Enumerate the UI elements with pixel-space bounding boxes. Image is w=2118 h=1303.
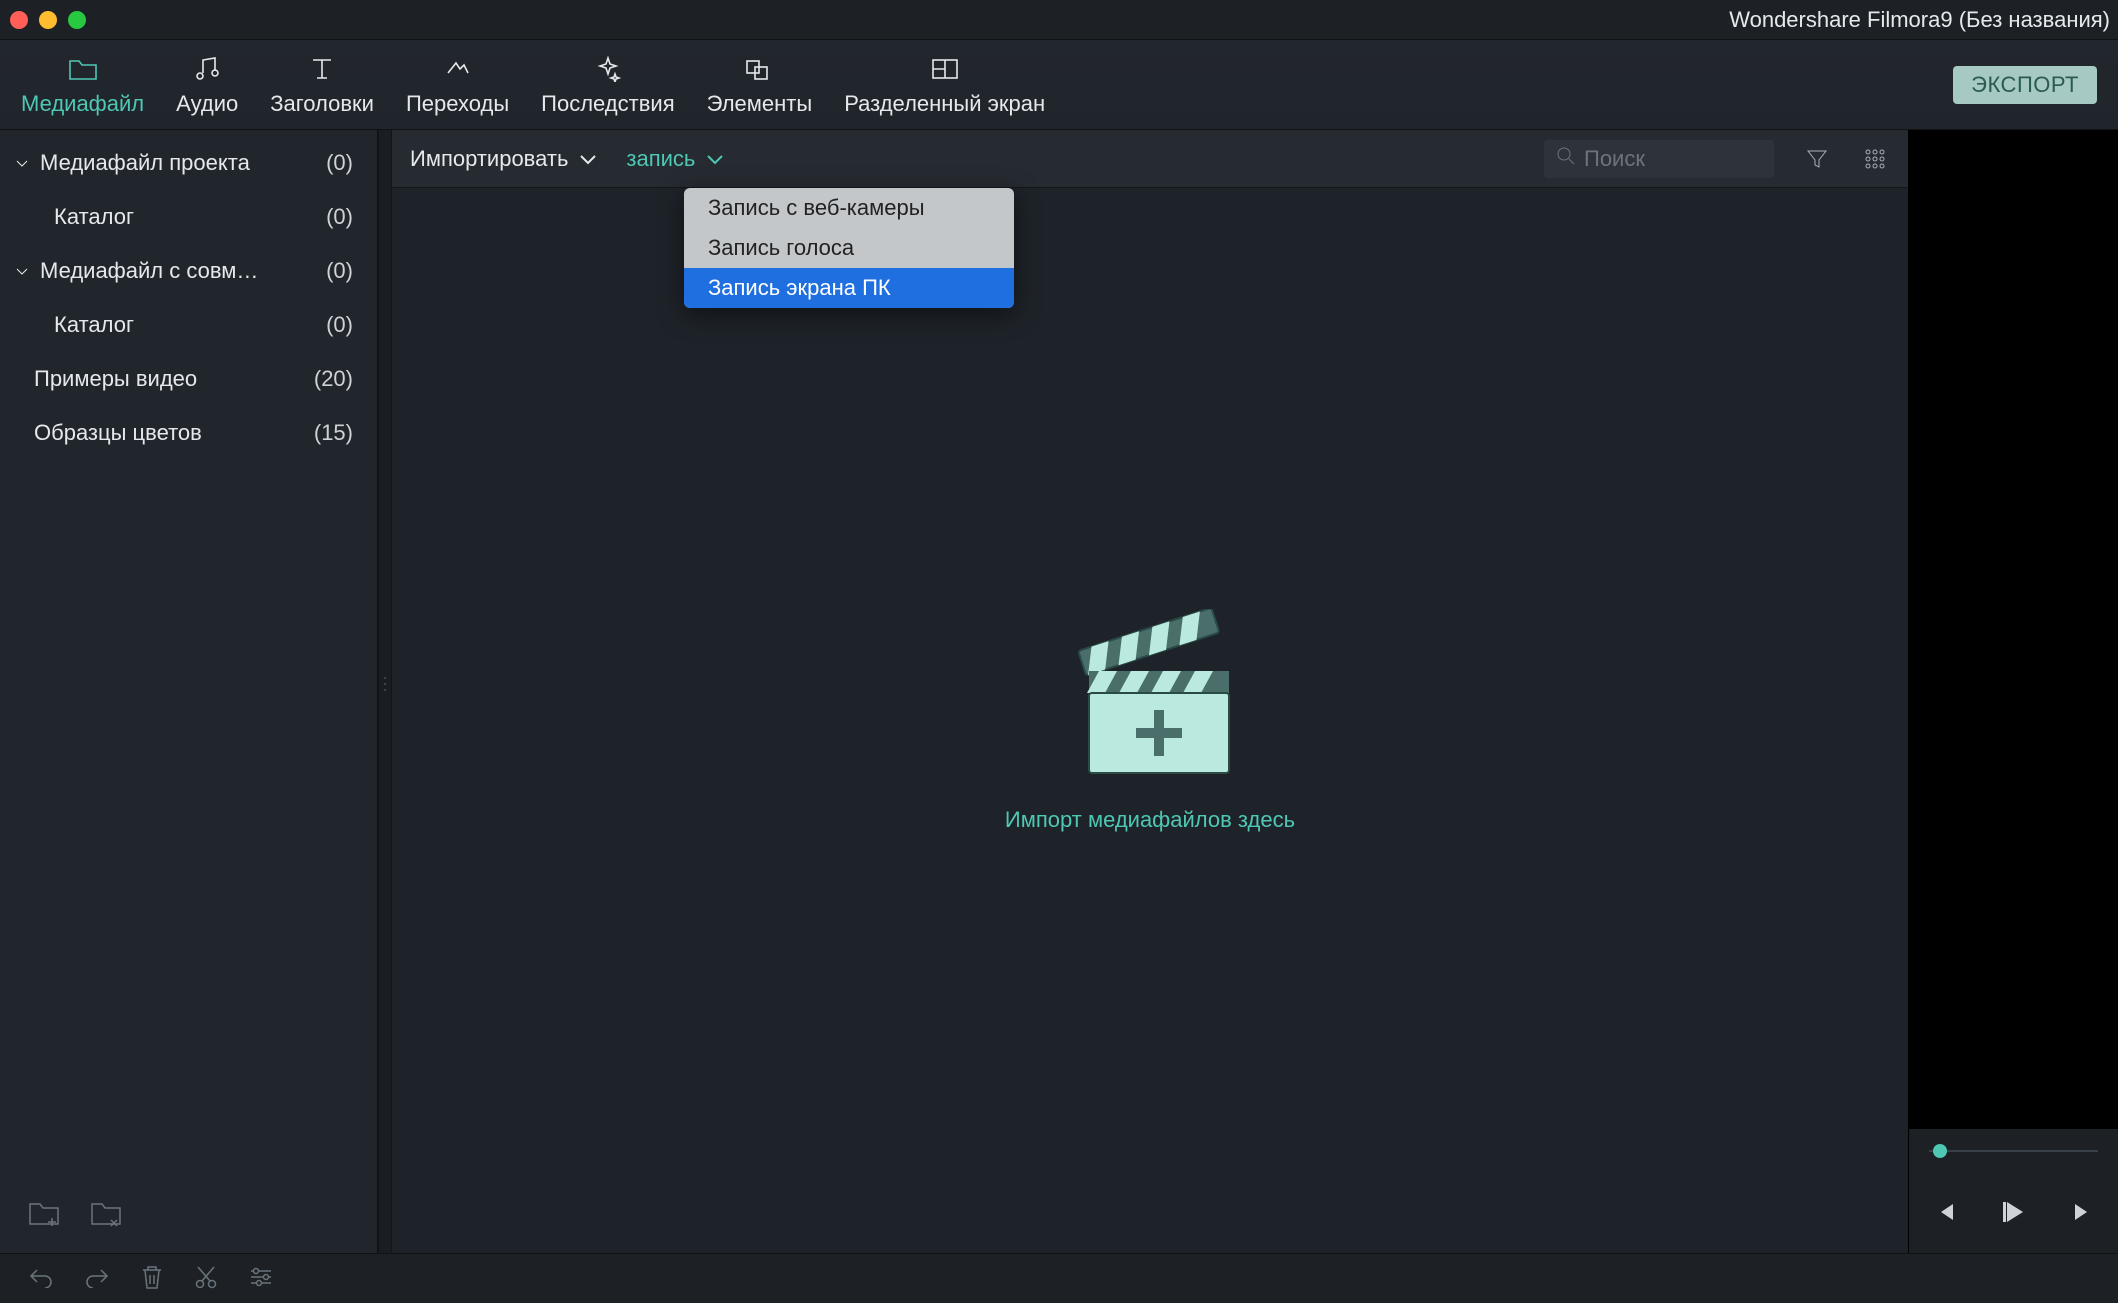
tab-label: Последствия: [541, 91, 674, 117]
close-window-button[interactable]: [10, 11, 28, 29]
import-dropdown[interactable]: Импортировать: [410, 146, 598, 172]
import-label: Импортировать: [410, 146, 568, 172]
sidebar-item-label: Медиафайл с совм…: [40, 258, 258, 284]
record-label: запись: [626, 146, 695, 172]
preview-panel: [1908, 130, 2118, 1253]
sidebar-item-label: Примеры видео: [34, 366, 197, 392]
tab-transitions[interactable]: Переходы: [390, 45, 525, 129]
sidebar-item-count: (0): [326, 312, 359, 338]
sidebar-item-project-media[interactable]: Медиафайл проекта (0): [0, 136, 377, 190]
sidebar-item-count: (15): [314, 420, 359, 446]
record-dropdown[interactable]: запись: [626, 146, 725, 172]
main-tab-strip: Медиафайл Аудио Заголовки Переходы После…: [0, 40, 2118, 130]
preview-viewport: [1909, 130, 2118, 1129]
preview-controls: [1909, 1173, 2118, 1253]
shapes-icon: [745, 55, 773, 83]
tab-label: Переходы: [406, 91, 509, 117]
chevron-down-icon: [705, 146, 725, 172]
titlebar: Wondershare Filmora9 (Без названия): [0, 0, 2118, 40]
sidebar-item-catalog-1[interactable]: Каталог (0): [0, 190, 377, 244]
folder-icon: [68, 55, 98, 83]
search-input[interactable]: Поиск: [1544, 140, 1774, 178]
previous-frame-button[interactable]: [1937, 1201, 1959, 1226]
tab-split-screen[interactable]: Разделенный экран: [828, 45, 1061, 129]
sidebar-item-label: Каталог: [54, 204, 134, 230]
sidebar-item-count: (0): [326, 150, 359, 176]
preview-seek-slider[interactable]: [1909, 1129, 2118, 1173]
sidebar-splitter[interactable]: [378, 130, 392, 1253]
chevron-down-icon: [14, 155, 32, 171]
adjust-button[interactable]: [248, 1266, 274, 1291]
sparkle-icon: [595, 55, 621, 83]
delete-button[interactable]: [140, 1264, 164, 1293]
next-frame-button[interactable]: [2069, 1201, 2091, 1226]
search-placeholder: Поиск: [1584, 146, 1645, 172]
cut-button[interactable]: [194, 1264, 218, 1293]
sidebar-item-label: Каталог: [54, 312, 134, 338]
clapperboard-icon: [1055, 609, 1245, 779]
chevron-down-icon: [14, 263, 32, 279]
sidebar-footer: [0, 1182, 377, 1253]
chevron-down-icon: [578, 146, 598, 172]
delete-folder-icon[interactable]: [90, 1200, 124, 1231]
tab-label: Медиафайл: [21, 91, 144, 117]
new-folder-icon[interactable]: [28, 1200, 62, 1231]
sidebar-item-label: Медиафайл проекта: [40, 150, 250, 176]
main-area: Медиафайл проекта (0) Каталог (0) Медиаф…: [0, 130, 2118, 1253]
window-title: Wondershare Filmora9 (Без названия): [1729, 0, 2110, 40]
bottom-toolbar: [0, 1253, 2118, 1303]
sidebar-item-count: (0): [326, 258, 359, 284]
menu-item-screen[interactable]: Запись экрана ПК: [684, 268, 1014, 308]
sidebar: Медиафайл проекта (0) Каталог (0) Медиаф…: [0, 130, 378, 1253]
tab-titles[interactable]: Заголовки: [254, 45, 390, 129]
filter-icon[interactable]: [1802, 147, 1832, 171]
media-drop-zone[interactable]: Импорт медиафайлов здесь: [392, 188, 1908, 1253]
sidebar-item-catalog-2[interactable]: Каталог (0): [0, 298, 377, 352]
split-screen-icon: [931, 55, 959, 83]
export-button[interactable]: ЭКСПОРТ: [1953, 66, 2097, 104]
record-dropdown-menu: Запись с веб-камеры Запись голоса Запись…: [684, 188, 1014, 308]
media-toolbar: Импортировать запись Поиск: [392, 130, 1908, 188]
menu-item-webcam[interactable]: Запись с веб-камеры: [684, 188, 1014, 228]
drop-zone-hint: Импорт медиафайлов здесь: [1005, 807, 1295, 833]
menu-item-voice[interactable]: Запись голоса: [684, 228, 1014, 268]
minimize-window-button[interactable]: [39, 11, 57, 29]
redo-button[interactable]: [84, 1266, 110, 1291]
text-icon: [309, 55, 335, 83]
media-panel: Импортировать запись Поиск: [392, 130, 1908, 1253]
tab-effects[interactable]: Последствия: [525, 45, 690, 129]
grid-view-icon[interactable]: [1860, 148, 1890, 170]
play-button[interactable]: [2001, 1199, 2027, 1228]
tab-label: Элементы: [707, 91, 813, 117]
tab-media[interactable]: Медиафайл: [5, 45, 160, 129]
traffic-lights: [10, 11, 86, 29]
search-icon: [1556, 146, 1576, 172]
sidebar-item-sample-colors[interactable]: Образцы цветов (15): [0, 406, 377, 460]
tab-label: Аудио: [176, 91, 238, 117]
sidebar-list: Медиафайл проекта (0) Каталог (0) Медиаф…: [0, 130, 377, 1182]
music-note-icon: [194, 55, 220, 83]
sidebar-item-shared-media[interactable]: Медиафайл с совм… (0): [0, 244, 377, 298]
transitions-icon: [444, 55, 472, 83]
sidebar-item-count: (20): [314, 366, 359, 392]
sidebar-item-label: Образцы цветов: [34, 420, 202, 446]
tab-label: Разделенный экран: [844, 91, 1045, 117]
sidebar-item-count: (0): [326, 204, 359, 230]
maximize-window-button[interactable]: [68, 11, 86, 29]
tab-label: Заголовки: [270, 91, 374, 117]
tab-elements[interactable]: Элементы: [691, 45, 829, 129]
slider-knob[interactable]: [1933, 1144, 1947, 1158]
undo-button[interactable]: [28, 1266, 54, 1291]
tab-audio[interactable]: Аудио: [160, 45, 254, 129]
sidebar-item-sample-videos[interactable]: Примеры видео (20): [0, 352, 377, 406]
